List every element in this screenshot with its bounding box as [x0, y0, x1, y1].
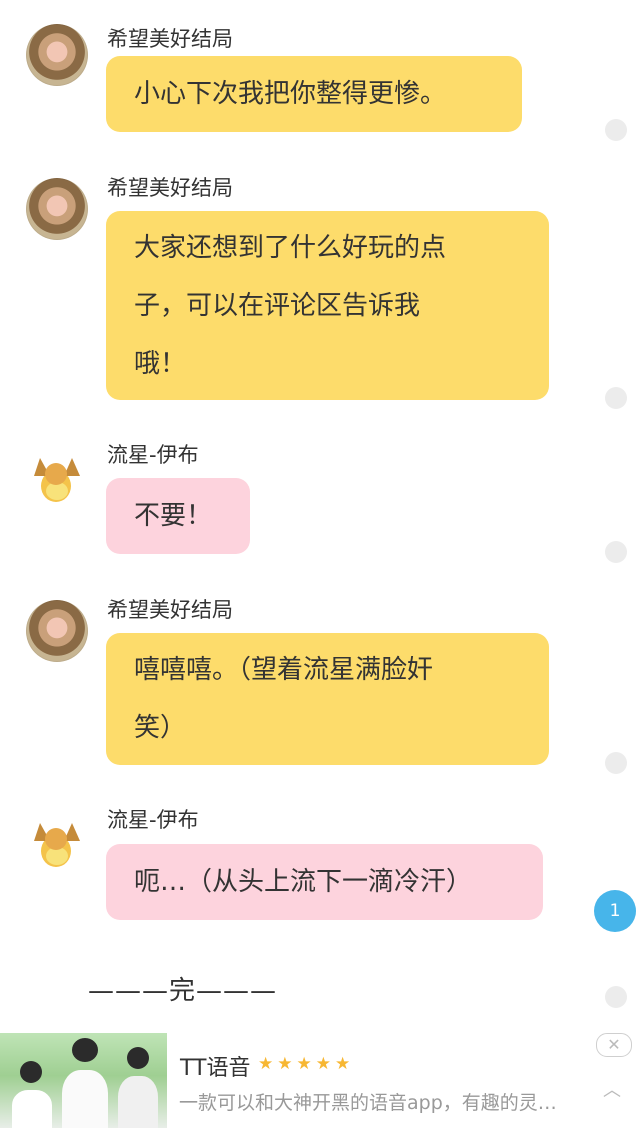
message-bubble: 大家还想到了什么好玩的点 子，可以在评论区告诉我 哦！: [106, 211, 549, 400]
ad-banner[interactable]: TT语音 ★★★★★ 一款可以和大神开黑的语音app，有趣的灵… ✕ ︿: [0, 1030, 640, 1138]
ad-description[interactable]: 一款可以和大神开黑的语音app，有趣的灵…: [179, 1088, 599, 1115]
message-bubble: 呃…（从头上流下一滴冷汗）: [106, 844, 543, 920]
comment-dot-icon[interactable]: [605, 387, 627, 409]
message-text: 嘻嘻嘻。（望着流星满脸奸: [134, 655, 434, 685]
message-text: 小心下次我把你整得更惨。: [134, 79, 447, 109]
username: 希望美好结局: [107, 176, 233, 200]
rating-stars: ★★★★★: [258, 1054, 355, 1074]
comment-dot-icon[interactable]: [605, 119, 627, 141]
end-marker: ———完———: [88, 976, 278, 1006]
username: 希望美好结局: [107, 27, 233, 51]
message-text: 呃…（从头上流下一滴冷汗）: [134, 867, 473, 897]
message-bubble: 嘻嘻嘻。（望着流星满脸奸 笑）: [106, 633, 549, 765]
user-avatar[interactable]: [26, 600, 88, 662]
ad-thumbnail[interactable]: [0, 1033, 167, 1128]
username: 希望美好结局: [107, 598, 233, 622]
comment-dot-icon[interactable]: [605, 986, 627, 1008]
user-avatar[interactable]: [26, 811, 88, 873]
chevron-up-icon[interactable]: ︿: [603, 1076, 621, 1102]
message-text: 不要！: [134, 501, 213, 531]
message-text: 大家还想到了什么好玩的点: [134, 233, 447, 263]
user-avatar[interactable]: [26, 178, 88, 240]
close-icon[interactable]: ✕: [596, 1033, 632, 1057]
message-bubble: 不要！: [106, 478, 250, 554]
message-text: 笑）: [134, 713, 187, 743]
message-text: 子，可以在评论区告诉我: [134, 291, 421, 321]
message-bubble: 小心下次我把你整得更惨。: [106, 56, 522, 132]
message-text: 哦！: [134, 349, 187, 379]
eevee-avatar-icon: [34, 458, 80, 502]
ad-title[interactable]: TT语音: [180, 1050, 251, 1082]
username: 流星-伊布: [107, 443, 199, 467]
comment-dot-icon[interactable]: [605, 752, 627, 774]
comment-dot-icon[interactable]: [605, 541, 627, 563]
user-avatar[interactable]: [26, 446, 88, 508]
comment-count-badge[interactable]: 1: [594, 890, 636, 932]
username: 流星-伊布: [107, 808, 199, 832]
eevee-avatar-icon: [34, 823, 80, 867]
user-avatar[interactable]: [26, 24, 88, 86]
